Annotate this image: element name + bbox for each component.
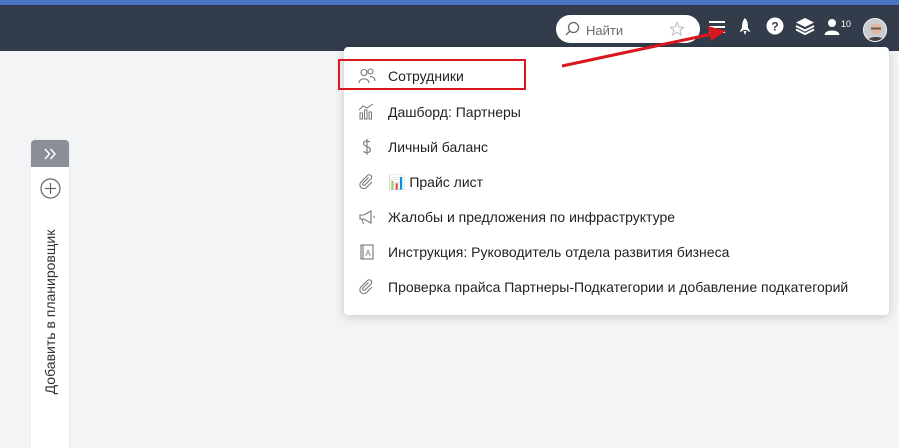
menu-item-instruction[interactable]: A Инструкция: Руководитель отдела развит… [358, 237, 879, 267]
menu-item-complaints[interactable]: Жалобы и предложения по инфраструктуре [358, 202, 879, 232]
star-icon[interactable] [669, 21, 685, 37]
menu-item-price-check[interactable]: Проверка прайса Партнеры-Подкатегории и … [358, 272, 879, 302]
dollar-icon [358, 138, 376, 156]
megaphone-icon [358, 208, 376, 226]
search-box[interactable] [556, 15, 700, 43]
chart-icon [358, 103, 376, 121]
menu-item-price-list[interactable]: 📊 Прайс лист [358, 167, 879, 197]
user-icon[interactable] [824, 18, 840, 36]
users-icon [358, 67, 376, 85]
search-icon [565, 21, 580, 36]
menu-item-label: Инструкция: Руководитель отдела развития… [388, 244, 730, 260]
double-chevron-right-icon [44, 147, 57, 160]
layers-icon[interactable] [795, 17, 815, 35]
menu-item-employees[interactable]: Сотрудники [358, 61, 879, 91]
dropdown-menu: Сотрудники Дашборд: Партнеры Личный бала… [344, 47, 889, 315]
menu-item-label: Сотрудники [388, 68, 464, 84]
avatar-photo [864, 19, 886, 41]
add-circle-icon[interactable] [40, 178, 61, 199]
menu-item-dashboard-partners[interactable]: Дашборд: Партнеры [358, 97, 879, 127]
menu-item-label: Жалобы и предложения по инфраструктуре [388, 209, 676, 225]
expand-panel-button[interactable] [31, 140, 69, 167]
paperclip-icon [358, 173, 376, 191]
menu-item-label: Личный баланс [388, 139, 488, 155]
svg-text:?: ? [771, 20, 778, 34]
notification-count: 10 [841, 19, 852, 29]
paperclip-icon [358, 278, 376, 296]
svg-text:A: A [365, 249, 371, 258]
rocket-icon[interactable] [737, 17, 753, 37]
menu-icon[interactable] [708, 18, 726, 36]
menu-item-personal-balance[interactable]: Личный баланс [358, 132, 879, 162]
menu-item-label: 📊 Прайс лист [388, 173, 484, 190]
search-input[interactable] [584, 19, 668, 41]
book-icon: A [358, 243, 376, 261]
planner-panel: Добавить в планировщик [31, 140, 69, 448]
top-navigation-bar: ? 10 [0, 0, 899, 51]
avatar[interactable] [863, 18, 887, 42]
menu-item-label: Дашборд: Партнеры [388, 104, 521, 120]
add-to-planner-label[interactable]: Добавить в планировщик [42, 230, 58, 395]
menu-item-label: Проверка прайса Партнеры-Подкатегории и … [388, 279, 849, 295]
help-icon[interactable]: ? [766, 17, 784, 35]
